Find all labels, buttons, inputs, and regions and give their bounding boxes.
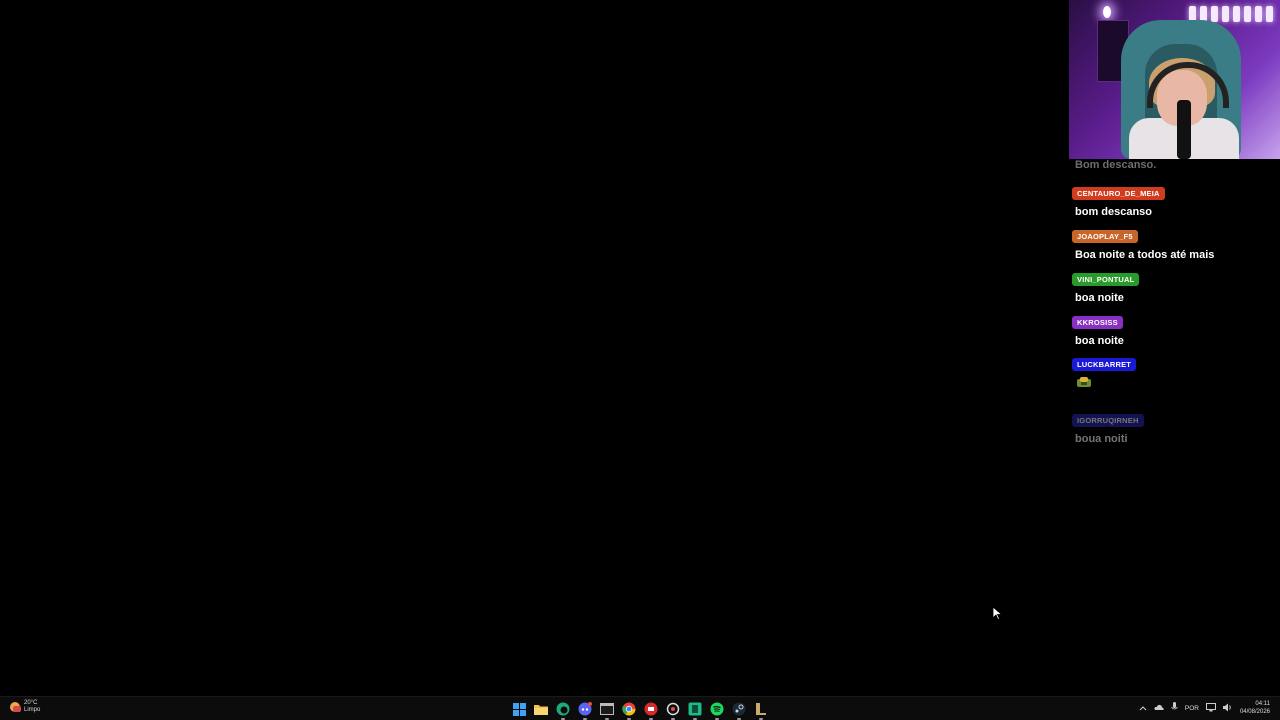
chrome-icon[interactable]	[621, 701, 637, 720]
chat-message: IGORRUQIRNEH boua noiti	[1072, 410, 1144, 445]
clock[interactable]: 04:11 04/08/2026	[1240, 700, 1270, 716]
chat-username-badge: LUCKBARRET	[1072, 358, 1137, 371]
microphone	[1177, 100, 1191, 159]
chat-message: JOAOPLAY_F5 Boa noite a todos até mais	[1072, 226, 1214, 261]
weather-icon	[10, 702, 21, 712]
chat-message: LUCKBARRET	[1072, 354, 1137, 388]
chat-message: VINI_PONTUAL boa noite	[1072, 269, 1140, 304]
chat-username-badge: JOAOPLAY_F5	[1072, 230, 1138, 243]
clock-date: 04/08/2026	[1239, 709, 1270, 715]
app-settings-icon[interactable]	[665, 701, 681, 720]
league-icon[interactable]	[753, 701, 769, 720]
chat-username-badge: KKROSISS	[1072, 316, 1123, 329]
system-tray: POR 04:11 04/08/2026	[1139, 700, 1270, 716]
chat-message: CENTAURO_DE_MEIA bom descanso	[1072, 183, 1165, 218]
network-icon[interactable]	[1205, 702, 1216, 714]
weather-temperature: 20°C	[24, 700, 38, 706]
clock-time: 04:11	[1255, 701, 1270, 707]
lamp	[1103, 6, 1111, 18]
app-red-icon[interactable]	[643, 701, 659, 720]
chat-message-text: bom descanso	[1075, 206, 1153, 218]
chevron-up-icon[interactable]	[1139, 704, 1147, 713]
chat-message-text: Boa noite a todos até mais	[1075, 249, 1215, 261]
microphone-icon[interactable]	[1171, 702, 1178, 714]
discord-icon[interactable]	[577, 701, 593, 720]
chat-faded-message: Bom descanso.	[1075, 159, 1157, 171]
chat-message: KKROSISS boa noite	[1072, 312, 1124, 347]
edge-icon[interactable]	[555, 701, 571, 720]
chat-message-text: boa noite	[1075, 335, 1124, 347]
chat-username-badge: CENTAURO_DE_MEIA	[1072, 187, 1165, 200]
file-explorer-icon[interactable]	[533, 701, 549, 717]
volume-icon[interactable]	[1222, 703, 1233, 714]
spotify-icon[interactable]	[709, 701, 725, 720]
terminal-icon[interactable]	[599, 701, 615, 720]
chat-message-text: boa noite	[1075, 292, 1124, 304]
webcam-overlay	[1069, 0, 1280, 159]
chat-username-badge: VINI_PONTUAL	[1072, 273, 1140, 286]
steam-icon[interactable]	[731, 701, 747, 720]
onedrive-icon[interactable]	[1154, 704, 1164, 713]
weather-condition: Limpo	[24, 707, 41, 713]
emote-icon	[1077, 377, 1091, 387]
language-indicator[interactable]: POR	[1185, 705, 1199, 712]
chat-username-badge: IGORRUQIRNEH	[1072, 414, 1144, 427]
taskbar: 20°C Limpo POR 04:11 04/08/2026	[0, 696, 1280, 720]
taskbar-apps	[511, 701, 769, 720]
chat-message-text: boua noiti	[1075, 433, 1128, 445]
weather-widget[interactable]: 20°C Limpo	[10, 700, 40, 714]
start-icon[interactable]	[511, 701, 527, 717]
app-green-icon[interactable]	[687, 701, 703, 720]
